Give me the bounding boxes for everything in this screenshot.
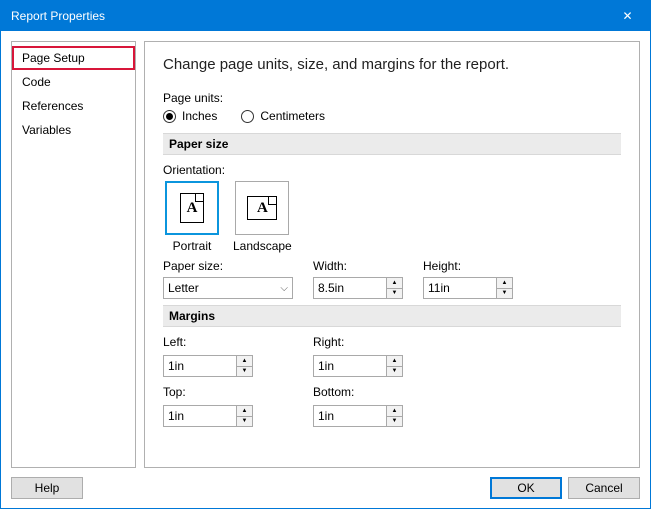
spinner-down-icon[interactable]: ▼ [237, 367, 252, 377]
width-label: Width: [313, 259, 403, 273]
orientation-caption: Landscape [233, 239, 292, 253]
input-value: 1in [164, 406, 236, 426]
margins-header: Margins [163, 305, 621, 327]
letter-a-glyph: A [181, 194, 203, 222]
orientation-label: Orientation: [163, 163, 621, 177]
page-landscape-icon: A [247, 196, 277, 220]
page-units-radios: Inches Centimeters [163, 109, 621, 123]
top-label: Top: [163, 385, 293, 399]
right-label: Right: [313, 335, 443, 349]
paper-size-header: Paper size [163, 133, 621, 155]
spinner-down-icon[interactable]: ▼ [387, 289, 402, 299]
spinner-down-icon[interactable]: ▼ [387, 367, 402, 377]
radio-centimeters[interactable]: Centimeters [241, 109, 325, 123]
sidebar: Page Setup Code References Variables [11, 41, 136, 468]
spinner-down-icon[interactable]: ▼ [497, 289, 512, 299]
margins-grid: Left: Right: 1in ▲▼ 1in ▲▼ Top: Bottom: … [163, 335, 621, 427]
dialog-report-properties: Report Properties ✕ Page Setup Code Refe… [0, 0, 651, 509]
window-title: Report Properties [11, 9, 605, 23]
spinner-buttons: ▲▼ [236, 406, 252, 426]
spinner-buttons: ▲ ▼ [386, 278, 402, 298]
orientation-row: A Portrait A Landscape [163, 181, 621, 253]
spinner-down-icon[interactable]: ▼ [237, 417, 252, 427]
chevron-down-icon: ⌵ [280, 283, 288, 294]
sidebar-item-code[interactable]: Code [12, 70, 135, 94]
radio-label: Centimeters [260, 109, 325, 123]
sidebar-item-label: References [22, 99, 83, 113]
paper-size-select[interactable]: Letter ⌵ [163, 277, 293, 299]
input-value: 1in [164, 356, 236, 376]
orientation-box: A [165, 181, 219, 235]
height-label: Height: [423, 259, 513, 273]
spinner-buttons: ▲▼ [386, 406, 402, 426]
spinner-up-icon[interactable]: ▲ [497, 278, 512, 289]
sidebar-item-page-setup[interactable]: Page Setup [12, 46, 135, 70]
close-button[interactable]: ✕ [605, 1, 650, 31]
panel-heading: Change page units, size, and margins for… [163, 56, 621, 73]
spinner-down-icon[interactable]: ▼ [387, 417, 402, 427]
input-value: 8.5in [314, 278, 386, 298]
button-label: Help [35, 481, 60, 495]
input-value: 11in [424, 278, 496, 298]
spinner-up-icon[interactable]: ▲ [387, 356, 402, 367]
orientation-caption: Portrait [173, 239, 212, 253]
orientation-box: A [235, 181, 289, 235]
top-input[interactable]: 1in ▲▼ [163, 405, 253, 427]
main-panel: Change page units, size, and margins for… [144, 41, 640, 468]
orientation-landscape[interactable]: A Landscape [233, 181, 292, 253]
orientation-portrait[interactable]: A Portrait [165, 181, 219, 253]
input-value: 1in [314, 406, 386, 426]
cancel-button[interactable]: Cancel [568, 477, 640, 499]
page-units-label: Page units: [163, 91, 621, 105]
left-label: Left: [163, 335, 293, 349]
bottom-label: Bottom: [313, 385, 443, 399]
help-button[interactable]: Help [11, 477, 83, 499]
page-portrait-icon: A [180, 193, 204, 223]
spinner-up-icon[interactable]: ▲ [387, 278, 402, 289]
spinner-buttons: ▲ ▼ [496, 278, 512, 298]
left-input[interactable]: 1in ▲▼ [163, 355, 253, 377]
close-icon: ✕ [622, 9, 632, 23]
dialog-body: Page Setup Code References Variables Cha… [1, 31, 650, 468]
radio-dot-icon [241, 110, 254, 123]
spinner-buttons: ▲▼ [236, 356, 252, 376]
spinner-up-icon[interactable]: ▲ [237, 406, 252, 417]
bottom-input[interactable]: 1in ▲▼ [313, 405, 403, 427]
paper-size-label: Paper size: [163, 259, 293, 273]
input-value: 1in [314, 356, 386, 376]
ok-button[interactable]: OK [490, 477, 562, 499]
dialog-footer: Help OK Cancel [1, 468, 650, 508]
sidebar-item-label: Code [22, 75, 51, 89]
spinner-buttons: ▲▼ [386, 356, 402, 376]
button-label: OK [517, 481, 534, 495]
radio-dot-icon [163, 110, 176, 123]
sidebar-item-references[interactable]: References [12, 94, 135, 118]
spinner-up-icon[interactable]: ▲ [387, 406, 402, 417]
paper-size-row: Paper size: Letter ⌵ Width: 8.5in ▲ ▼ [163, 259, 621, 299]
radio-label: Inches [182, 109, 217, 123]
spinner-up-icon[interactable]: ▲ [237, 356, 252, 367]
sidebar-item-variables[interactable]: Variables [12, 118, 135, 142]
sidebar-item-label: Page Setup [22, 51, 85, 65]
height-input[interactable]: 11in ▲ ▼ [423, 277, 513, 299]
button-label: Cancel [585, 481, 622, 495]
radio-inches[interactable]: Inches [163, 109, 217, 123]
select-value: Letter [168, 281, 199, 295]
sidebar-item-label: Variables [22, 123, 71, 137]
right-input[interactable]: 1in ▲▼ [313, 355, 403, 377]
letter-a-glyph: A [248, 197, 276, 219]
titlebar: Report Properties ✕ [1, 1, 650, 31]
width-input[interactable]: 8.5in ▲ ▼ [313, 277, 403, 299]
